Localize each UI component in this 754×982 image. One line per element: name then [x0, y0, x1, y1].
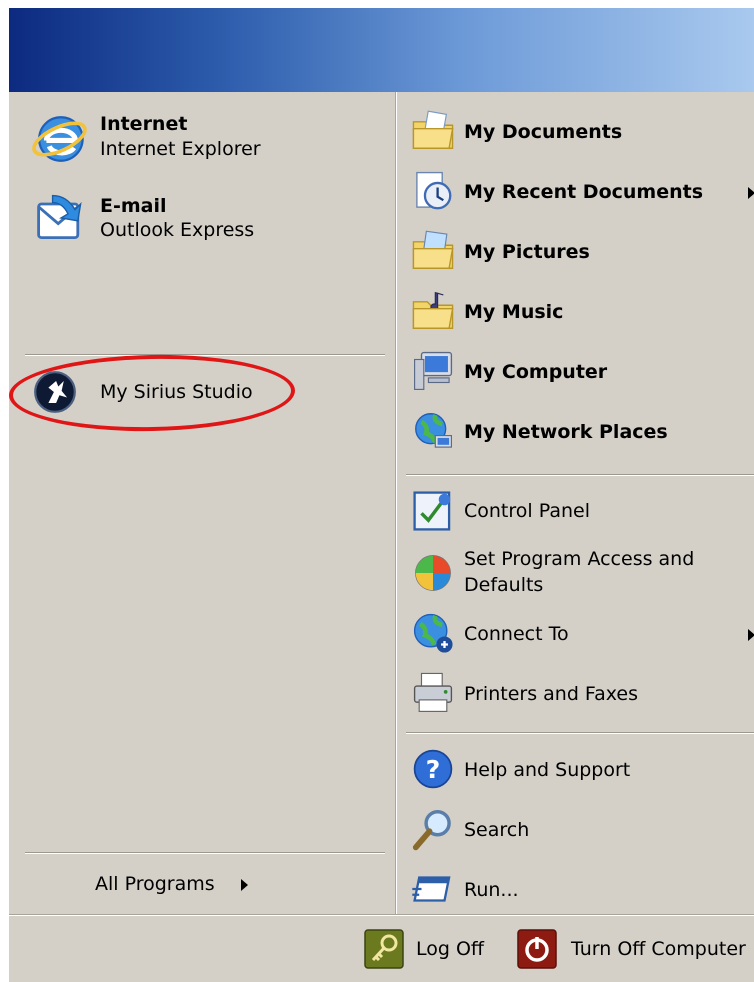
pinned-item-email[interactable]: E-mail Outlook Express	[23, 184, 383, 252]
system-label-continued: Defaults	[464, 574, 544, 596]
internet-explorer-icon	[32, 116, 87, 162]
control-panel-icon	[413, 491, 451, 531]
computer-icon	[414, 351, 453, 390]
folder-pictures-icon	[412, 230, 454, 269]
all-programs-label: All Programs	[95, 873, 215, 895]
power-icon	[517, 929, 557, 969]
system-label: Control Panel	[464, 500, 590, 522]
network-places-icon	[415, 413, 452, 448]
system-control-panel[interactable]: Control Panel	[396, 484, 754, 534]
tool-help-support[interactable]: ? Help and Support	[396, 742, 754, 792]
place-my-network-places[interactable]: My Network Places	[396, 402, 754, 452]
left-separator-top	[25, 354, 385, 356]
pinned-item-title: E-mail	[100, 195, 167, 217]
tool-run[interactable]: Run...	[396, 862, 754, 912]
turn-off-label: Turn Off Computer	[571, 938, 746, 960]
tool-label: Search	[464, 819, 530, 841]
place-label: My Pictures	[464, 241, 590, 263]
submenu-arrow-icon	[748, 187, 754, 199]
recent-documents-icon	[416, 171, 452, 210]
connect-to-icon	[413, 613, 453, 653]
right-separator-2	[406, 732, 754, 734]
tool-search[interactable]: Search	[396, 802, 754, 852]
system-printers-faxes[interactable]: Printers and Faxes	[396, 666, 754, 716]
place-my-pictures[interactable]: My Pictures	[396, 222, 754, 272]
tool-label: Help and Support	[464, 759, 631, 781]
tool-label: Run...	[464, 879, 519, 901]
bottom-bar: Log Off Turn Off Computer	[9, 914, 754, 982]
place-label: My Recent Documents	[464, 181, 704, 203]
log-off-button[interactable]: Log Off	[364, 929, 494, 969]
user-banner	[9, 8, 754, 92]
pinned-item-subtitle: Internet Explorer	[100, 138, 261, 160]
submenu-arrow-icon	[748, 629, 754, 641]
run-icon	[412, 876, 451, 902]
place-label: My Network Places	[464, 421, 668, 443]
key-icon	[364, 929, 404, 969]
pinned-item-title: Internet	[100, 113, 188, 135]
pinned-item-subtitle: Outlook Express	[100, 219, 255, 241]
outlook-express-icon	[37, 194, 82, 239]
place-my-music[interactable]: My Music	[396, 282, 754, 332]
left-pane: Internet Internet Explorer E-mail Outloo…	[9, 92, 395, 914]
system-label: Connect To	[464, 623, 569, 645]
pinned-item-internet[interactable]: Internet Internet Explorer	[23, 102, 383, 170]
search-icon	[412, 810, 451, 851]
folder-music-icon	[412, 291, 454, 329]
place-my-computer[interactable]: My Computer	[396, 342, 754, 392]
all-programs-button[interactable]: All Programs	[79, 870, 279, 902]
right-separator-1	[406, 474, 754, 476]
right-pane: My Documents My Recent Documents My Pict…	[395, 92, 754, 914]
system-program-access[interactable]: Set Program Access and Defaults	[396, 542, 754, 602]
place-label: My Documents	[464, 121, 623, 143]
left-separator-bottom	[25, 852, 385, 854]
program-access-icon	[415, 555, 451, 591]
system-connect-to[interactable]: Connect To	[396, 606, 754, 656]
place-my-recent-documents[interactable]: My Recent Documents	[396, 162, 754, 212]
start-menu: Internet Internet Explorer E-mail Outloo…	[9, 8, 754, 982]
system-label: Printers and Faxes	[464, 683, 639, 705]
folder-documents-icon	[412, 110, 454, 149]
help-icon: ?	[413, 749, 453, 789]
place-my-documents[interactable]: My Documents	[396, 102, 754, 152]
svg-text:?: ?	[426, 755, 441, 784]
turn-off-computer-button[interactable]: Turn Off Computer	[517, 929, 754, 969]
submenu-arrow-icon	[241, 879, 248, 891]
log-off-label: Log Off	[416, 938, 485, 960]
system-label: Set Program Access and	[464, 548, 695, 570]
printer-icon	[413, 672, 453, 712]
place-label: My Music	[464, 301, 564, 323]
place-label: My Computer	[464, 361, 608, 383]
